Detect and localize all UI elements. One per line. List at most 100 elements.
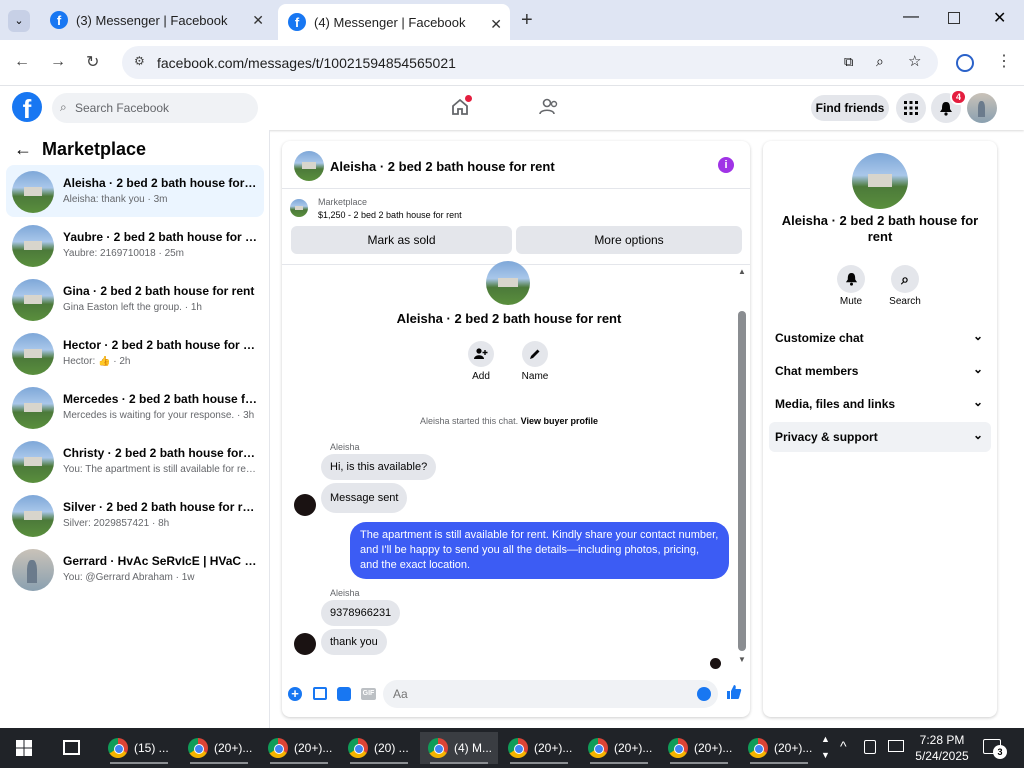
search-label: Search [889,296,921,307]
conversation-item[interactable]: Yaubre · 2 bed 2 bath house for rent Yau… [6,219,264,271]
minimize-icon[interactable]: — [903,8,919,26]
plus-icon[interactable]: + [288,687,302,701]
taskbar-chrome-window[interactable]: (20+)... [180,732,258,764]
chevron-down-icon: ⌄ [972,395,983,409]
section-label: Media, files and links [775,397,896,411]
message-bubble-incoming[interactable]: Message sent [321,483,408,513]
scroll-up-icon[interactable]: ▲ [738,267,746,276]
mute-bell-icon[interactable] [837,265,865,293]
reload-icon[interactable]: ↻ [86,52,99,72]
menu-kebab-icon[interactable]: ⋮ [996,51,1012,71]
chat-title[interactable]: Aleisha · 2 bed 2 bath house for rent [330,159,555,174]
forward-arrow-icon[interactable]: → [50,53,66,71]
add-label: Add [472,371,490,382]
info-profile-avatar[interactable] [852,153,908,209]
browser-tab-2-active[interactable]: f (4) Messenger | Facebook ✕ [278,4,510,40]
facebook-favicon-icon: f [288,13,306,31]
scrollbar-thumb[interactable] [738,311,746,651]
tab-search-button[interactable]: ⌄ [8,10,30,32]
gif-icon[interactable]: GIF [361,688,376,700]
network-icon[interactable] [888,740,904,752]
message-bubble-incoming[interactable]: Hi, is this available? [321,454,437,480]
clock[interactable]: 7:28 PM 5/24/2025 [912,732,972,764]
restore-icon[interactable] [948,12,960,24]
tray-chevron-up-icon[interactable]: ^ [840,738,847,754]
taskbar-window-label: (4) M... [454,741,492,755]
mark-as-sold-button[interactable]: Mark as sold [291,226,512,254]
profile-icon[interactable] [956,54,974,72]
bookmark-star-icon[interactable]: ☆ [908,52,921,70]
view-buyer-profile-link[interactable]: View buyer profile [521,416,598,426]
conversation-item[interactable]: Mercedes · 2 bed 2 bath house for rent M… [6,381,264,433]
edit-name-pencil-icon[interactable] [522,341,548,367]
conversation-item[interactable]: Hector · 2 bed 2 bath house for rent Hec… [6,327,264,379]
conversation-item[interactable]: Gerrard · HvAc SeRvIcE | HVaC RePaIr You… [6,543,264,595]
taskbar-chrome-window[interactable]: (15) ... [100,732,178,764]
back-arrow-icon[interactable]: ← [14,53,30,71]
notifications-bell-icon[interactable]: 4 [931,89,967,123]
sender-avatar[interactable] [294,494,316,516]
taskbar-chrome-window[interactable]: (20+)... [740,732,818,764]
taskbar-chrome-window-active[interactable]: (4) M... [420,732,498,764]
taskbar-chrome-window[interactable]: (20+)... [260,732,338,764]
sender-avatar[interactable] [294,633,316,655]
conversation-preview: Hector: 👍 · 2h [63,356,131,367]
account-avatar[interactable] [967,93,997,123]
message-input[interactable] [383,680,718,708]
section-media-files-links[interactable]: Media, files and links ⌄ [769,389,991,419]
add-person-icon[interactable] [468,341,494,367]
search-input[interactable]: ⌕ Search Facebook [52,93,258,123]
tab-close-icon[interactable]: ✕ [252,12,264,29]
zoom-icon[interactable]: ⌕ [876,53,884,70]
section-privacy-support[interactable]: Privacy & support ⌄ [769,422,991,452]
taskbar-window-label: (15) ... [134,741,169,755]
home-icon[interactable] [450,95,472,117]
windows-start-icon[interactable] [16,740,32,759]
task-view-icon[interactable] [63,740,80,755]
taskbar-chrome-window[interactable]: (20+)... [500,732,578,764]
taskbar-scroll-arrows-icon[interactable]: ▲ ▼ [821,731,830,763]
listing-thumbnail[interactable] [290,199,308,217]
chevron-down-icon: ⌄ [972,362,983,376]
section-chat-members[interactable]: Chat members ⌄ [769,356,991,386]
thread-scrollbar[interactable]: ▲ ▼ [737,267,747,664]
browser-toolbar: ← → ↻ ⚙ facebook.com/messages/t/10021594… [0,40,1024,86]
section-customize-chat[interactable]: Customize chat ⌄ [769,323,991,353]
photo-icon[interactable] [313,687,327,700]
thread-profile-avatar[interactable] [486,261,530,305]
message-bubble-incoming[interactable]: thank you [321,629,387,655]
more-options-button[interactable]: More options [516,226,742,254]
tray-device-icon[interactable] [864,740,876,754]
info-icon[interactable]: i [718,157,734,173]
taskbar-chrome-window[interactable]: (20) ... [340,732,418,764]
menu-grid-icon[interactable] [896,93,926,123]
tab-close-icon[interactable]: ✕ [490,16,502,33]
sticker-icon[interactable] [337,687,351,701]
conversation-item[interactable]: Christy · 2 bed 2 bath house for rent Yo… [6,435,264,487]
search-icon[interactable]: ⌕ [891,265,919,293]
new-tab-plus-icon[interactable]: + [521,9,533,32]
site-settings-icon[interactable]: ⚙ [134,54,145,68]
conversation-item[interactable]: Silver · 2 bed 2 bath house for rent Sil… [6,489,264,541]
message-bubble-outgoing[interactable]: The apartment is still available for ren… [350,522,729,579]
friends-icon[interactable] [538,97,560,117]
window-close-icon[interactable]: ✕ [993,8,1006,28]
message-bubble-incoming[interactable]: 9378966231 [321,600,401,626]
scroll-down-icon[interactable]: ▼ [738,655,746,664]
address-bar[interactable]: ⚙ facebook.com/messages/t/10021594854565… [122,46,938,79]
chrome-icon [348,738,368,758]
listing-price[interactable]: $1,250 - 2 bed 2 bath house for rent [318,210,462,220]
facebook-logo-icon[interactable]: f [12,92,42,122]
windows-taskbar: (15) ... (20+)... (20+)... (20) ... (4) … [0,728,1024,768]
emoji-icon[interactable] [697,687,711,701]
taskbar-chrome-window[interactable]: (20+)... [660,732,738,764]
back-arrow-icon[interactable]: ← [14,139,32,160]
conversation-item[interactable]: Aleisha · 2 bed 2 bath house for rent Al… [6,165,264,217]
taskbar-chrome-window[interactable]: (20+)... [580,732,658,764]
chat-header-avatar[interactable] [294,151,324,181]
install-app-icon[interactable]: ⧉ [844,54,853,70]
browser-tab-1[interactable]: f (3) Messenger | Facebook ✕ [40,0,272,40]
conversation-item[interactable]: Gina · 2 bed 2 bath house for rent Gina … [6,273,264,325]
like-thumb-icon[interactable] [726,684,742,703]
find-friends-button[interactable]: Find friends [811,95,889,121]
